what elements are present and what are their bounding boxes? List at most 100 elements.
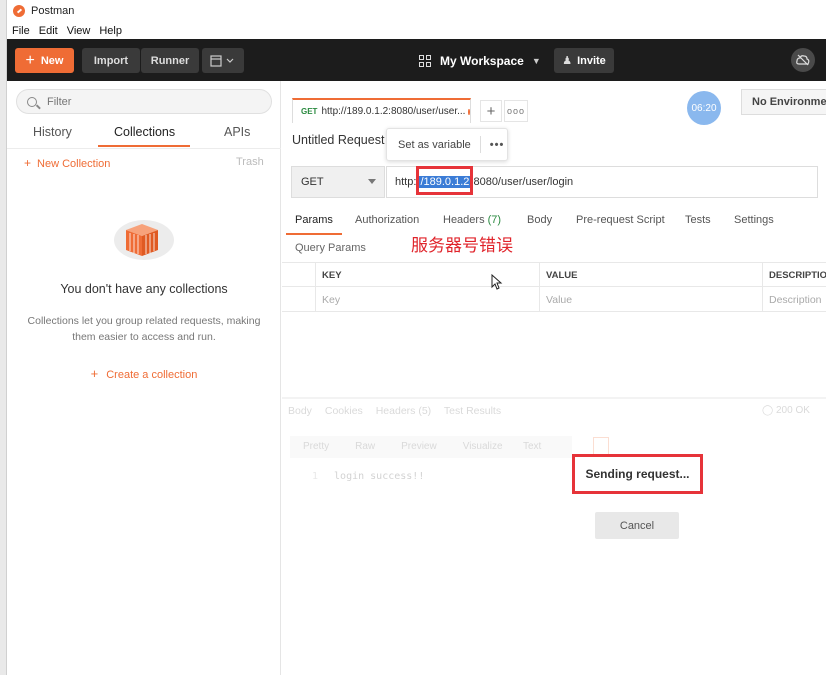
request-tab[interactable]: GET http://189.0.1.2:8080/user/user... (292, 98, 471, 123)
menu-bar: File Edit View Help (7, 22, 826, 39)
divider (479, 136, 481, 153)
mouse-cursor-icon (491, 274, 503, 290)
add-tab-button[interactable]: + (480, 100, 502, 122)
menu-help[interactable]: Help (99, 25, 122, 37)
pretty-button[interactable]: Pretty (290, 436, 343, 458)
tab-tests[interactable]: Tests (685, 214, 711, 226)
divider (7, 148, 281, 149)
method-select[interactable]: GET (291, 166, 385, 198)
new-button[interactable]: + New (15, 48, 74, 73)
new-window-button[interactable] (202, 48, 244, 73)
description-input[interactable]: Description (762, 287, 826, 312)
preview-button[interactable]: Preview (388, 436, 450, 458)
plus-icon: + (25, 51, 35, 69)
url-row: GET http://189.0.1.2:8080/user/user/logi… (291, 166, 819, 198)
raw-button[interactable]: Raw (342, 436, 389, 458)
value-input[interactable]: Value (539, 287, 762, 312)
unsaved-dot-icon (468, 108, 470, 115)
column-description: DESCRIPTION (762, 263, 826, 288)
tab-history[interactable]: History (33, 125, 72, 139)
tab-collections[interactable]: Collections (114, 125, 175, 139)
new-collection-label: New Collection (37, 158, 111, 170)
tab-cookies[interactable]: Cookies (325, 405, 363, 417)
caret-down-icon (368, 179, 376, 184)
tab-headers[interactable]: Headers (7) (443, 214, 501, 226)
tab-method-badge: GET (301, 107, 318, 116)
cancel-button[interactable]: Cancel (595, 512, 679, 539)
trash-link[interactable]: Trash (236, 156, 264, 168)
plus-icon: + (90, 366, 99, 381)
filter-input[interactable] (47, 95, 247, 108)
line-number: 1 (312, 471, 319, 482)
window-frame-edge (0, 0, 7, 675)
menu-file[interactable]: File (12, 25, 30, 37)
response-tabs: Body Cookies Headers (5) Test Results (288, 405, 511, 417)
active-tab-indicator (286, 233, 342, 235)
environment-select[interactable]: No Environment (741, 89, 826, 115)
add-user-icon: ♟ (562, 55, 573, 67)
method-label: GET (301, 176, 324, 188)
tab-pre-request-script[interactable]: Pre-request Script (576, 214, 665, 226)
empty-state-description: Collections let you group related reques… (27, 315, 261, 343)
request-panel: GET http://189.0.1.2:8080/user/user... +… (282, 81, 826, 675)
sync-off-icon[interactable] (791, 48, 815, 72)
tab-settings[interactable]: Settings (734, 214, 774, 226)
request-tab-bar: GET http://189.0.1.2:8080/user/user... +… (282, 81, 826, 125)
new-collection-button[interactable]: + New Collection (24, 156, 110, 170)
annotation-highlight-box (416, 166, 473, 195)
response-status: ◯ 200 OK (762, 405, 810, 416)
cloud-off-icon (796, 54, 810, 66)
tab-params[interactable]: Params (295, 214, 333, 226)
format-select[interactable]: Text (514, 436, 572, 458)
new-button-label: New (40, 54, 64, 67)
invite-button[interactable]: ♟ Invite (554, 48, 614, 73)
import-button[interactable]: Import (82, 48, 140, 73)
more-options-icon[interactable]: ••• (490, 139, 505, 151)
set-as-variable-button[interactable]: Set as variable (387, 139, 471, 151)
empty-state-title: You don't have any collections (60, 282, 228, 296)
workspace-grid-icon (419, 54, 431, 67)
postman-logo-icon (13, 5, 25, 17)
tab-response-body[interactable]: Body (288, 405, 312, 417)
runner-button[interactable]: Runner (141, 48, 199, 73)
request-config-tabs: Params Authorization Headers (7) Body Pr… (282, 214, 826, 236)
table-cell (282, 287, 315, 312)
filter-box[interactable] (16, 89, 272, 114)
title-bar: Postman (7, 0, 826, 22)
invite-label: Invite (577, 54, 606, 67)
headers-count: (7) (487, 214, 502, 226)
tab-response-headers[interactable]: Headers (5) (376, 405, 431, 417)
timer-badge: 06:20 (687, 91, 721, 125)
column-key: KEY (315, 263, 539, 288)
sending-request-box: Sending request... (572, 454, 703, 494)
key-input[interactable]: Key (315, 287, 539, 312)
query-params-table: KEY VALUE DESCRIPTION Key Value Descript… (282, 262, 826, 312)
wrap-lines-icon[interactable] (593, 437, 609, 455)
menu-view[interactable]: View (67, 25, 91, 37)
response-text: login success!! (334, 471, 425, 482)
tab-body[interactable]: Body (527, 214, 552, 226)
table-header-row: KEY VALUE DESCRIPTION (282, 262, 826, 288)
annotation-text: 服务器号错误 (411, 236, 513, 256)
response-view-toolbar: Pretty Raw Preview Visualize (290, 436, 516, 458)
app-title: Postman (31, 5, 75, 17)
tab-authorization[interactable]: Authorization (355, 214, 419, 226)
create-collection-button[interactable]: + Create a collection (7, 366, 281, 381)
table-cell (282, 263, 315, 288)
request-name[interactable]: Untitled Request (292, 133, 384, 147)
column-value: VALUE (539, 263, 762, 288)
menu-edit[interactable]: Edit (39, 25, 58, 37)
sidebar: History Collections APIs + New Collection… (7, 81, 281, 675)
visualize-button[interactable]: Visualize (449, 436, 516, 458)
tab-headers-label: Headers (443, 214, 485, 226)
status-code: 200 OK (775, 405, 810, 416)
variable-popover: Set as variable ••• (386, 128, 508, 161)
workspace-selector[interactable]: My Workspace ▼ (419, 48, 541, 73)
new-window-icon (210, 54, 234, 67)
response-body-line: 1 login success!! (312, 471, 424, 482)
tab-apis[interactable]: APIs (224, 125, 250, 139)
chevron-down-icon: ▼ (531, 55, 541, 66)
tab-test-results[interactable]: Test Results (444, 405, 501, 417)
tab-more-icon[interactable]: ooo (504, 100, 528, 122)
create-collection-label: Create a collection (106, 369, 198, 381)
